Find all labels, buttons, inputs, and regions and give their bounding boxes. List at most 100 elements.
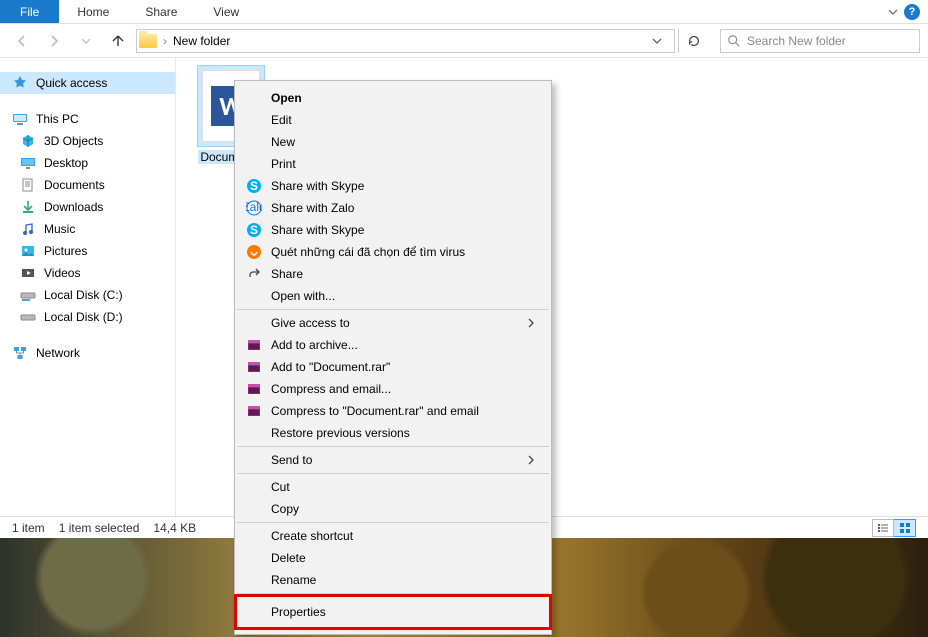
folder-icon [139,34,157,48]
sidebar-item-local-disk-c[interactable]: Local Disk (C:) [0,284,175,306]
cm-print[interactable]: Print [237,153,549,175]
sidebar-label: Downloads [44,200,103,214]
sidebar-item-local-disk-d[interactable]: Local Disk (D:) [0,306,175,328]
sidebar-item-videos[interactable]: Videos [0,262,175,284]
sidebar-label: Network [36,346,80,360]
cm-edit[interactable]: Edit [237,109,549,131]
nav-up-button[interactable] [104,27,132,55]
music-icon [20,221,36,237]
pictures-icon [20,243,36,259]
search-input[interactable] [747,34,913,48]
cm-restore-versions[interactable]: Restore previous versions [237,422,549,444]
videos-icon [20,265,36,281]
sidebar-this-pc[interactable]: This PC [0,108,175,130]
cm-send-to[interactable]: Send to [237,449,549,471]
refresh-button[interactable] [678,29,708,53]
skype-icon: S [245,221,263,239]
context-menu: Open Edit New Print S Share with Skype Z… [234,80,552,635]
cm-delete[interactable]: Delete [237,547,549,569]
winrar-icon [245,402,263,420]
sidebar-label: Music [44,222,75,236]
view-mode-toggle [872,519,916,537]
ribbon-tab-share[interactable]: Share [127,0,195,23]
submenu-arrow-icon [527,455,535,465]
sidebar-label: 3D Objects [44,134,103,148]
svg-text:S: S [250,179,258,193]
sidebar-network[interactable]: Network [0,342,175,364]
svg-text:Zalo: Zalo [246,200,262,214]
sidebar-item-desktop[interactable]: Desktop [0,152,175,174]
share-icon [245,265,263,283]
ribbon-tab-file[interactable]: File [0,0,59,23]
cm-share-zalo[interactable]: Zalo Share with Zalo [237,197,549,219]
documents-icon [20,177,36,193]
cm-properties-highlight: Properties [234,594,552,630]
skype-icon: S [245,177,263,195]
pc-icon [12,111,28,127]
objects-icon [20,133,36,149]
star-icon [12,75,28,91]
cm-share-skype-2[interactable]: S Share with Skype [237,219,549,241]
sidebar-label: Pictures [44,244,87,258]
cm-share-skype[interactable]: S Share with Skype [237,175,549,197]
cm-add-to-rar[interactable]: Add to "Document.rar" [237,356,549,378]
view-icons-button[interactable] [894,519,916,537]
drive-icon [20,309,36,325]
cm-rename[interactable]: Rename [237,569,549,591]
cm-give-access-to[interactable]: Give access to [237,312,549,334]
cm-create-shortcut[interactable]: Create shortcut [237,525,549,547]
cm-properties[interactable]: Properties [237,597,549,627]
sidebar-label: Documents [44,178,105,192]
nav-forward-button[interactable] [40,27,68,55]
ribbon-tabs: File Home Share View ? [0,0,928,24]
sidebar-item-documents[interactable]: Documents [0,174,175,196]
search-icon [727,34,741,48]
cm-open-with[interactable]: Open with... [237,285,549,307]
cm-copy[interactable]: Copy [237,498,549,520]
navigation-bar: › New folder [0,24,928,58]
cm-avast-scan[interactable]: Quét những cái đã chọn để tìm virus [237,241,549,263]
ribbon-tab-home[interactable]: Home [59,0,127,23]
breadcrumb-separator-icon[interactable]: › [163,34,167,48]
svg-text:S: S [250,223,258,237]
sidebar-item-music[interactable]: Music [0,218,175,240]
cm-share[interactable]: Share [237,263,549,285]
ribbon-expand-icon[interactable] [888,7,898,17]
avast-icon [245,243,263,261]
winrar-icon [245,336,263,354]
sidebar-label: Desktop [44,156,88,170]
search-box[interactable] [720,29,920,53]
view-details-button[interactable] [872,519,894,537]
submenu-arrow-icon [527,318,535,328]
breadcrumb-current[interactable]: New folder [173,34,230,48]
address-bar[interactable]: › New folder [136,29,675,53]
drive-icon [20,287,36,303]
sidebar-item-3d-objects[interactable]: 3D Objects [0,130,175,152]
sidebar-label: Videos [44,266,80,280]
status-selected-count: 1 item selected [59,521,140,535]
sidebar-label: Quick access [36,76,107,90]
desktop-icon [20,155,36,171]
nav-back-button[interactable] [8,27,36,55]
sidebar-label: Local Disk (D:) [44,310,123,324]
sidebar-label: Local Disk (C:) [44,288,123,302]
cm-open[interactable]: Open [237,87,549,109]
nav-recent-dropdown[interactable] [72,27,100,55]
status-item-count: 1 item [12,521,45,535]
sidebar-quick-access[interactable]: Quick access [0,72,175,94]
help-icon[interactable]: ? [904,4,920,20]
sidebar-item-pictures[interactable]: Pictures [0,240,175,262]
cm-compress-doc-email[interactable]: Compress to "Document.rar" and email [237,400,549,422]
sidebar-label: This PC [36,112,79,126]
cm-cut[interactable]: Cut [237,476,549,498]
zalo-icon: Zalo [245,199,263,217]
address-dropdown-icon[interactable] [652,36,672,46]
winrar-icon [245,380,263,398]
network-icon [12,345,28,361]
cm-add-to-archive[interactable]: Add to archive... [237,334,549,356]
ribbon-tab-view[interactable]: View [195,0,257,23]
status-size: 14,4 KB [153,521,196,535]
cm-new[interactable]: New [237,131,549,153]
cm-compress-email[interactable]: Compress and email... [237,378,549,400]
sidebar-item-downloads[interactable]: Downloads [0,196,175,218]
